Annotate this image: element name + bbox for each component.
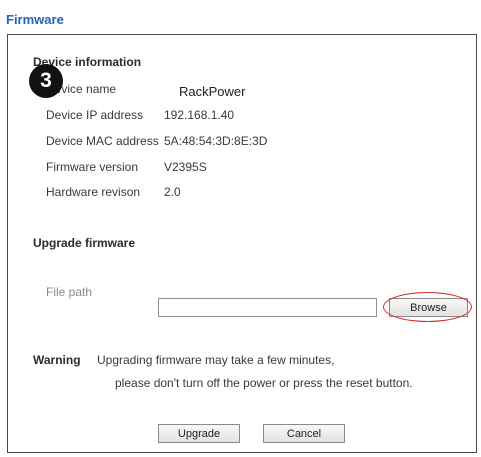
hardware-revision-value: 2.0 bbox=[164, 185, 181, 199]
browse-button[interactable]: Browse bbox=[389, 298, 468, 317]
file-path-label: File path bbox=[46, 285, 93, 299]
mac-address-label: Device MAC address bbox=[46, 134, 159, 148]
ip-address-label: Device IP address bbox=[46, 108, 144, 122]
ip-address-value: 192.168.1.40 bbox=[164, 108, 235, 122]
page-title: Firmware bbox=[6, 12, 64, 27]
mac-address-value: 5A:48:54:3D:8E:3D bbox=[164, 134, 268, 148]
warning-text-line2: please don't turn off the power or press… bbox=[115, 376, 413, 390]
hardware-revision-label: Hardware revison bbox=[46, 185, 141, 199]
firmware-version-value: V2395S bbox=[164, 160, 207, 174]
upgrade-firmware-heading: Upgrade firmware bbox=[33, 236, 136, 250]
cancel-button[interactable]: Cancel bbox=[263, 424, 345, 443]
device-name-value: RackPower bbox=[179, 84, 246, 99]
warning-text-line1: Upgrading firmware may take a few minute… bbox=[97, 353, 335, 367]
upgrade-button[interactable]: Upgrade bbox=[158, 424, 240, 443]
file-path-input[interactable] bbox=[158, 298, 377, 317]
warning-label: Warning bbox=[33, 353, 81, 367]
firmware-version-label: Firmware version bbox=[46, 160, 139, 174]
step-badge: 3 bbox=[29, 64, 63, 98]
